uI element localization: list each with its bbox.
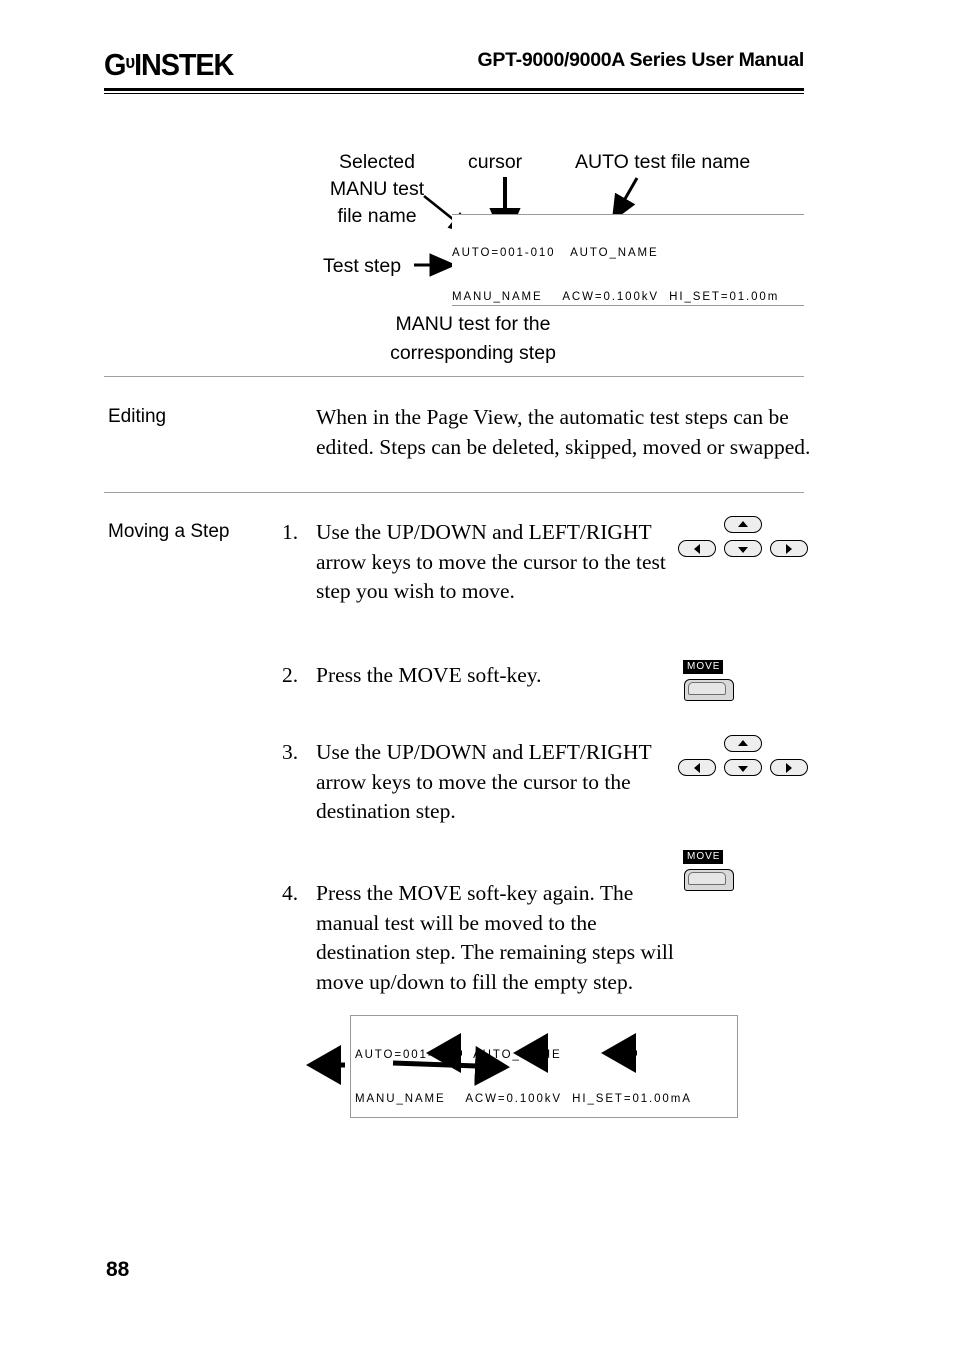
lcd-line-auto: AUTO=001-010 AUTO_NAME: [452, 247, 659, 260]
down-arrow-key[interactable]: [724, 759, 762, 776]
move-softkey-button[interactable]: [684, 869, 734, 891]
lcd-line-auto: AUTO=001-010 AUTO_NAME: [355, 1049, 562, 1062]
lcd-line-manu: MANU_NAME ACW=0.100kV HI_SET=01.00mA: [355, 1092, 692, 1105]
page-number: 88: [106, 1258, 130, 1281]
logo-text-gw: G: [104, 47, 126, 82]
manual-title: GPT-9000/9000A Series User Manual: [477, 49, 805, 71]
up-arrow-icon: [738, 739, 748, 746]
right-arrow-key[interactable]: [770, 759, 808, 776]
step-text-1: Use the UP/DOWN and LEFT/RIGHT arrow key…: [316, 520, 666, 603]
move-softkey-graphic-step2: MOVE: [683, 660, 741, 706]
callout-cursor-label: cursor: [468, 151, 523, 173]
step-text-4: Press the MOVE soft-key again. The manua…: [316, 881, 674, 994]
callout-auto-file-name-label: AUTO test file name: [575, 151, 751, 173]
left-arrow-key[interactable]: [678, 759, 716, 776]
term-editing: Editing: [108, 406, 167, 427]
up-arrow-key[interactable]: [724, 516, 762, 533]
header-divider: [104, 88, 804, 94]
leader-auto-file-name: [611, 177, 639, 222]
gwinstek-logo: GᴜINSTEK: [104, 44, 234, 83]
step-number-3: 3.: [282, 740, 299, 764]
left-arrow-key[interactable]: [678, 540, 716, 557]
logo-text-instek: INSTEK: [134, 47, 234, 82]
term-moving-a-step: Moving a Step: [108, 521, 230, 542]
up-arrow-icon: [738, 520, 748, 527]
body-editing: When in the Page View, the automatic tes…: [316, 405, 811, 459]
move-softkey-label: MOVE: [683, 850, 724, 864]
lcd-screen-after-move: AUTO=001-010 AUTO_NAME MANU_NAME ACW=0.1…: [350, 1015, 738, 1118]
lcd-screen-page-view: AUTO=001-010 AUTO_NAME MANU_NAME ACW=0.1…: [452, 214, 804, 306]
callout-test-step-label: Test step: [323, 255, 402, 277]
step-number-2: 2.: [282, 663, 299, 687]
move-softkey-label: MOVE: [683, 660, 724, 674]
left-arrow-icon: [694, 543, 700, 554]
arrow-key-cluster-step3: [678, 735, 808, 783]
arrow-key-cluster-step1: [678, 516, 808, 564]
step-text-3: Use the UP/DOWN and LEFT/RIGHT arrow key…: [316, 740, 652, 823]
down-arrow-icon: [738, 765, 748, 772]
section-divider-editing: [104, 376, 804, 377]
left-arrow-icon: [694, 762, 700, 773]
move-softkey-button[interactable]: [684, 679, 734, 701]
step-text-2: Press the MOVE soft-key.: [316, 663, 542, 687]
step-number-1: 1.: [282, 520, 299, 544]
move-softkey-graphic-step4: MOVE: [683, 850, 741, 896]
section-divider-moving: [104, 492, 804, 493]
callout-selected-manu-label: Selected MANU test file name: [329, 151, 425, 227]
down-arrow-key[interactable]: [724, 540, 762, 557]
lcd-line-manu: MANU_NAME ACW=0.100kV HI_SET=01.00m: [452, 290, 780, 303]
right-arrow-icon: [786, 762, 792, 773]
right-arrow-key[interactable]: [770, 540, 808, 557]
step-number-4: 4.: [282, 881, 299, 905]
right-arrow-icon: [786, 543, 792, 554]
callout-manu-for-step-label: MANU test for the corresponding step: [390, 313, 556, 364]
down-arrow-icon: [738, 546, 748, 553]
page-header: GᴜINSTEK GPT-9000/9000A Series User Manu…: [104, 44, 804, 94]
up-arrow-key[interactable]: [724, 735, 762, 752]
